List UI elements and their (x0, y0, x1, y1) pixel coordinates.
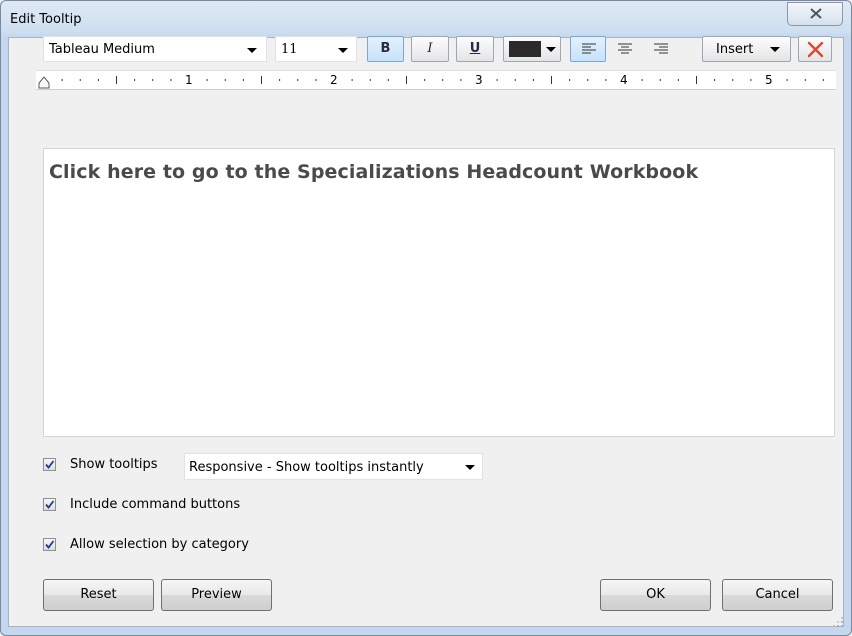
cancel-button[interactable]: Cancel (722, 579, 833, 611)
ruler[interactable]: 1 2 3 4 5 (36, 70, 836, 90)
ruler-label: 5 (765, 73, 773, 87)
ok-button[interactable]: OK (600, 579, 711, 611)
bold-button[interactable]: B (367, 36, 404, 62)
preview-button[interactable]: Preview (161, 579, 272, 611)
align-right-button[interactable] (642, 36, 678, 62)
show-tooltips-checkbox[interactable] (43, 458, 56, 471)
align-left-button[interactable] (570, 36, 606, 62)
chevron-down-icon (546, 47, 556, 52)
ruler-ticks (38, 76, 824, 89)
close-button[interactable] (787, 2, 843, 26)
tooltip-mode-dropdown[interactable]: Responsive - Show tooltips instantly (184, 453, 483, 480)
allow-selection-row: Allow selection by category (43, 537, 343, 557)
underline-button[interactable]: U (456, 36, 494, 62)
italic-label: I (427, 41, 433, 56)
reset-button[interactable]: Reset (43, 579, 154, 611)
chevron-down-icon (247, 48, 257, 53)
include-buttons-label: Include command buttons (70, 497, 241, 512)
insert-label: Insert (716, 42, 754, 57)
bold-label: B (380, 41, 391, 56)
ruler-label: 3 (475, 73, 483, 87)
title-bar[interactable]: Edit Tooltip (1, 1, 851, 37)
include-buttons-row: Include command buttons (43, 497, 343, 517)
underline-label: U (469, 41, 481, 56)
include-buttons-checkbox[interactable] (43, 498, 56, 511)
resize-grip-icon[interactable] (832, 616, 844, 628)
insert-button[interactable]: Insert (702, 36, 791, 62)
text-color-button[interactable] (503, 36, 561, 62)
font-size-value: 11 (281, 42, 298, 57)
ruler-label: 1 (185, 73, 193, 87)
font-family-dropdown[interactable]: Tableau Medium (43, 36, 267, 62)
font-family-value: Tableau Medium (49, 42, 155, 57)
color-swatch (509, 41, 541, 57)
chevron-down-icon (465, 465, 475, 470)
allow-selection-checkbox[interactable] (43, 538, 56, 551)
ruler-label: 4 (620, 73, 628, 87)
show-tooltips-label: Show tooltips (70, 457, 158, 472)
align-left-icon (582, 43, 596, 54)
chevron-down-icon (770, 47, 780, 52)
align-center-icon (618, 43, 632, 54)
clear-formatting-button[interactable] (798, 36, 832, 62)
tooltip-mode-value: Responsive - Show tooltips instantly (189, 460, 424, 475)
checkmark-icon (45, 540, 55, 549)
red-x-icon (807, 41, 824, 58)
tooltip-text: Click here to go to the Specializations … (49, 161, 699, 183)
indent-marker-icon (38, 76, 50, 89)
font-size-dropdown[interactable]: 11 (275, 36, 357, 62)
allow-selection-label: Allow selection by category (70, 537, 249, 552)
close-icon (810, 8, 822, 19)
chevron-down-icon (338, 48, 348, 53)
align-center-button[interactable] (606, 36, 642, 62)
checkmark-icon (45, 460, 55, 469)
italic-button[interactable]: I (411, 36, 449, 62)
checkmark-icon (45, 500, 55, 509)
window-title: Edit Tooltip (10, 12, 82, 27)
ruler-label: 2 (330, 73, 338, 87)
align-right-icon (654, 43, 668, 54)
tooltip-editor[interactable]: Click here to go to the Specializations … (43, 148, 835, 437)
